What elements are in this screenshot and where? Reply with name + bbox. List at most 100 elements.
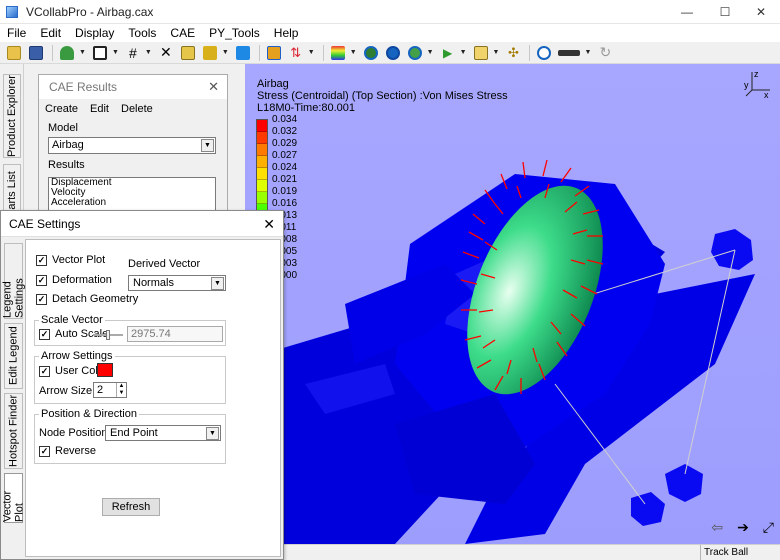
position-direction-group-label: Position & Direction bbox=[39, 408, 139, 420]
app-icon bbox=[6, 5, 18, 18]
model-select-value: Airbag bbox=[52, 139, 84, 151]
cae-results-header: CAE Results ✕ bbox=[39, 75, 227, 99]
model-select[interactable]: Airbag ▼ bbox=[48, 137, 216, 154]
close-button[interactable]: ✕ bbox=[738, 0, 780, 24]
chevron-down-icon[interactable]: ▼ bbox=[308, 49, 315, 56]
list-item[interactable]: Acceleration bbox=[51, 198, 215, 208]
deformation-label: Deformation bbox=[52, 274, 112, 286]
menu-edit[interactable]: Edit bbox=[33, 26, 68, 40]
chevron-down-icon[interactable]: ▼ bbox=[112, 49, 119, 56]
arrow-size-label: Arrow Size bbox=[39, 385, 93, 397]
chevron-down-icon[interactable]: ▼ bbox=[222, 49, 229, 56]
tab-vector-plot[interactable]: Vector Plot bbox=[2, 473, 26, 523]
model-view-icon[interactable] bbox=[57, 44, 77, 62]
zoom-in-icon[interactable] bbox=[361, 44, 381, 62]
vector-plot-checkbox[interactable]: ✓ Vector Plot bbox=[36, 254, 105, 266]
spinner-arrows-icon[interactable]: ▲ ▼ bbox=[116, 383, 126, 397]
ruler-icon[interactable] bbox=[556, 44, 582, 62]
chevron-down-icon[interactable]: ▼ bbox=[584, 49, 591, 56]
chevron-down-icon[interactable]: ▼ bbox=[460, 49, 467, 56]
chevron-down-icon[interactable]: ▼ bbox=[79, 49, 86, 56]
legend-color-band bbox=[257, 180, 267, 192]
vector-plot-label: Vector Plot bbox=[52, 254, 106, 266]
fullscreen-icon[interactable]: ⤢ bbox=[763, 519, 774, 536]
probe-icon[interactable]: ✣ bbox=[503, 44, 523, 62]
scale-vector-group: Scale Vector ✓ Auto Scale 2975.74 bbox=[34, 314, 226, 346]
menu-create[interactable]: Create bbox=[45, 103, 78, 115]
vector-plot-page: ✓ Vector Plot ✓ Deformation ✓ Detach Geo… bbox=[25, 239, 281, 557]
tab-edit-legend[interactable]: Edit Legend bbox=[4, 323, 23, 389]
position-direction-group: Position & Direction Node Position As En… bbox=[34, 408, 226, 464]
zoom-box-icon[interactable] bbox=[405, 44, 425, 62]
cube-icon[interactable] bbox=[178, 44, 198, 62]
checkmark-icon: ✓ bbox=[39, 365, 50, 377]
arrow-right-icon[interactable]: ➔ bbox=[737, 519, 749, 536]
menu-help[interactable]: Help bbox=[267, 26, 306, 40]
cae-settings-dialog: CAE Settings ✕ Legend Settings Edit Lege… bbox=[0, 210, 284, 560]
note-icon[interactable] bbox=[471, 44, 491, 62]
tab-legend-settings[interactable]: Legend Settings bbox=[2, 243, 26, 319]
explode-icon[interactable]: ✕ bbox=[156, 44, 176, 62]
slider-thumb[interactable] bbox=[106, 330, 110, 340]
menu-tools[interactable]: Tools bbox=[121, 26, 163, 40]
zoom-out-icon[interactable] bbox=[383, 44, 403, 62]
deformation-checkbox[interactable]: ✓ Deformation bbox=[36, 274, 112, 286]
chevron-down-icon[interactable]: ▼ bbox=[211, 277, 224, 290]
detach-geometry-checkbox[interactable]: ✓ Detach Geometry bbox=[36, 293, 138, 305]
node-position-select[interactable]: End Point ▼ bbox=[105, 425, 221, 441]
arrow-size-value: 2 bbox=[97, 384, 104, 396]
checkmark-icon: ✓ bbox=[39, 328, 50, 340]
arrow-left-icon[interactable]: ⇦ bbox=[711, 519, 723, 536]
cae-results-panel: CAE Results ✕ Create Edit Delete Model A… bbox=[38, 74, 228, 224]
magnify-icon[interactable] bbox=[534, 44, 554, 62]
menu-file[interactable]: File bbox=[0, 26, 33, 40]
results-label: Results bbox=[48, 159, 85, 171]
refresh-icon[interactable]: ↻ bbox=[595, 44, 615, 62]
legend-color-band bbox=[257, 120, 267, 132]
tab-product-explorer[interactable]: Product Explorer bbox=[3, 74, 21, 158]
scale-vector-group-label: Scale Vector bbox=[39, 314, 105, 326]
chevron-down-icon[interactable]: ▼ bbox=[350, 49, 357, 56]
cae-settings-header: CAE Settings ✕ bbox=[1, 211, 283, 237]
derived-vector-label: Derived Vector bbox=[128, 258, 201, 270]
parts-icon[interactable] bbox=[200, 44, 220, 62]
derived-vector-select[interactable]: Normals ▼ bbox=[128, 275, 226, 291]
3d-viewport[interactable]: Airbag Stress (Centroidal) (Top Section)… bbox=[245, 64, 780, 544]
play-icon[interactable]: ▶ bbox=[438, 44, 458, 62]
legend-value: 0.029 bbox=[272, 138, 298, 149]
open-folder-icon[interactable] bbox=[4, 44, 24, 62]
tab-hotspot-finder[interactable]: Hotspot Finder bbox=[4, 393, 23, 469]
close-icon[interactable]: ✕ bbox=[263, 216, 275, 233]
viewport-nav: ⇦ ➔ ⤢ bbox=[711, 519, 774, 536]
chevron-down-icon[interactable]: ▼ bbox=[145, 49, 152, 56]
chevron-down-icon[interactable]: ▼ bbox=[427, 49, 434, 56]
menu-py-tools[interactable]: PY_Tools bbox=[202, 26, 267, 40]
menu-delete[interactable]: Delete bbox=[121, 103, 153, 115]
scale-slider[interactable] bbox=[93, 330, 123, 340]
color-swatch[interactable] bbox=[97, 363, 113, 377]
airbag-model-render[interactable] bbox=[245, 64, 780, 544]
chevron-down-icon[interactable]: ▼ bbox=[201, 139, 214, 152]
chevron-down-icon[interactable]: ▼ bbox=[206, 427, 219, 440]
menu-edit[interactable]: Edit bbox=[90, 103, 109, 115]
node-position-value: End Point bbox=[110, 427, 158, 439]
interaction-mode-label: Track Ball bbox=[700, 545, 780, 560]
menu-display[interactable]: Display bbox=[68, 26, 121, 40]
chevron-down-icon[interactable]: ▼ bbox=[493, 49, 500, 56]
color-plot-icon[interactable] bbox=[328, 44, 348, 62]
paint-icon[interactable] bbox=[233, 44, 253, 62]
save-icon[interactable] bbox=[26, 44, 46, 62]
fit-view-icon[interactable] bbox=[90, 44, 110, 62]
axis-z-label: z bbox=[754, 69, 759, 79]
scale-value-field[interactable]: 2975.74 bbox=[127, 326, 223, 342]
title-bar: VCollabPro - Airbag.cax — ☐ ✕ bbox=[0, 0, 780, 24]
arrow-size-stepper[interactable]: 2 ▲ ▼ bbox=[93, 382, 127, 398]
derived-vector-value: Normals bbox=[133, 277, 174, 289]
layers-icon[interactable] bbox=[264, 44, 284, 62]
menu-cae[interactable]: CAE bbox=[163, 26, 202, 40]
reverse-checkbox[interactable]: ✓ Reverse bbox=[39, 445, 96, 457]
grid-icon[interactable]: # bbox=[123, 44, 143, 62]
refresh-button[interactable]: Refresh bbox=[102, 498, 160, 516]
transfer-icon[interactable]: ⇅ bbox=[286, 44, 306, 62]
close-icon[interactable]: ✕ bbox=[208, 79, 219, 95]
